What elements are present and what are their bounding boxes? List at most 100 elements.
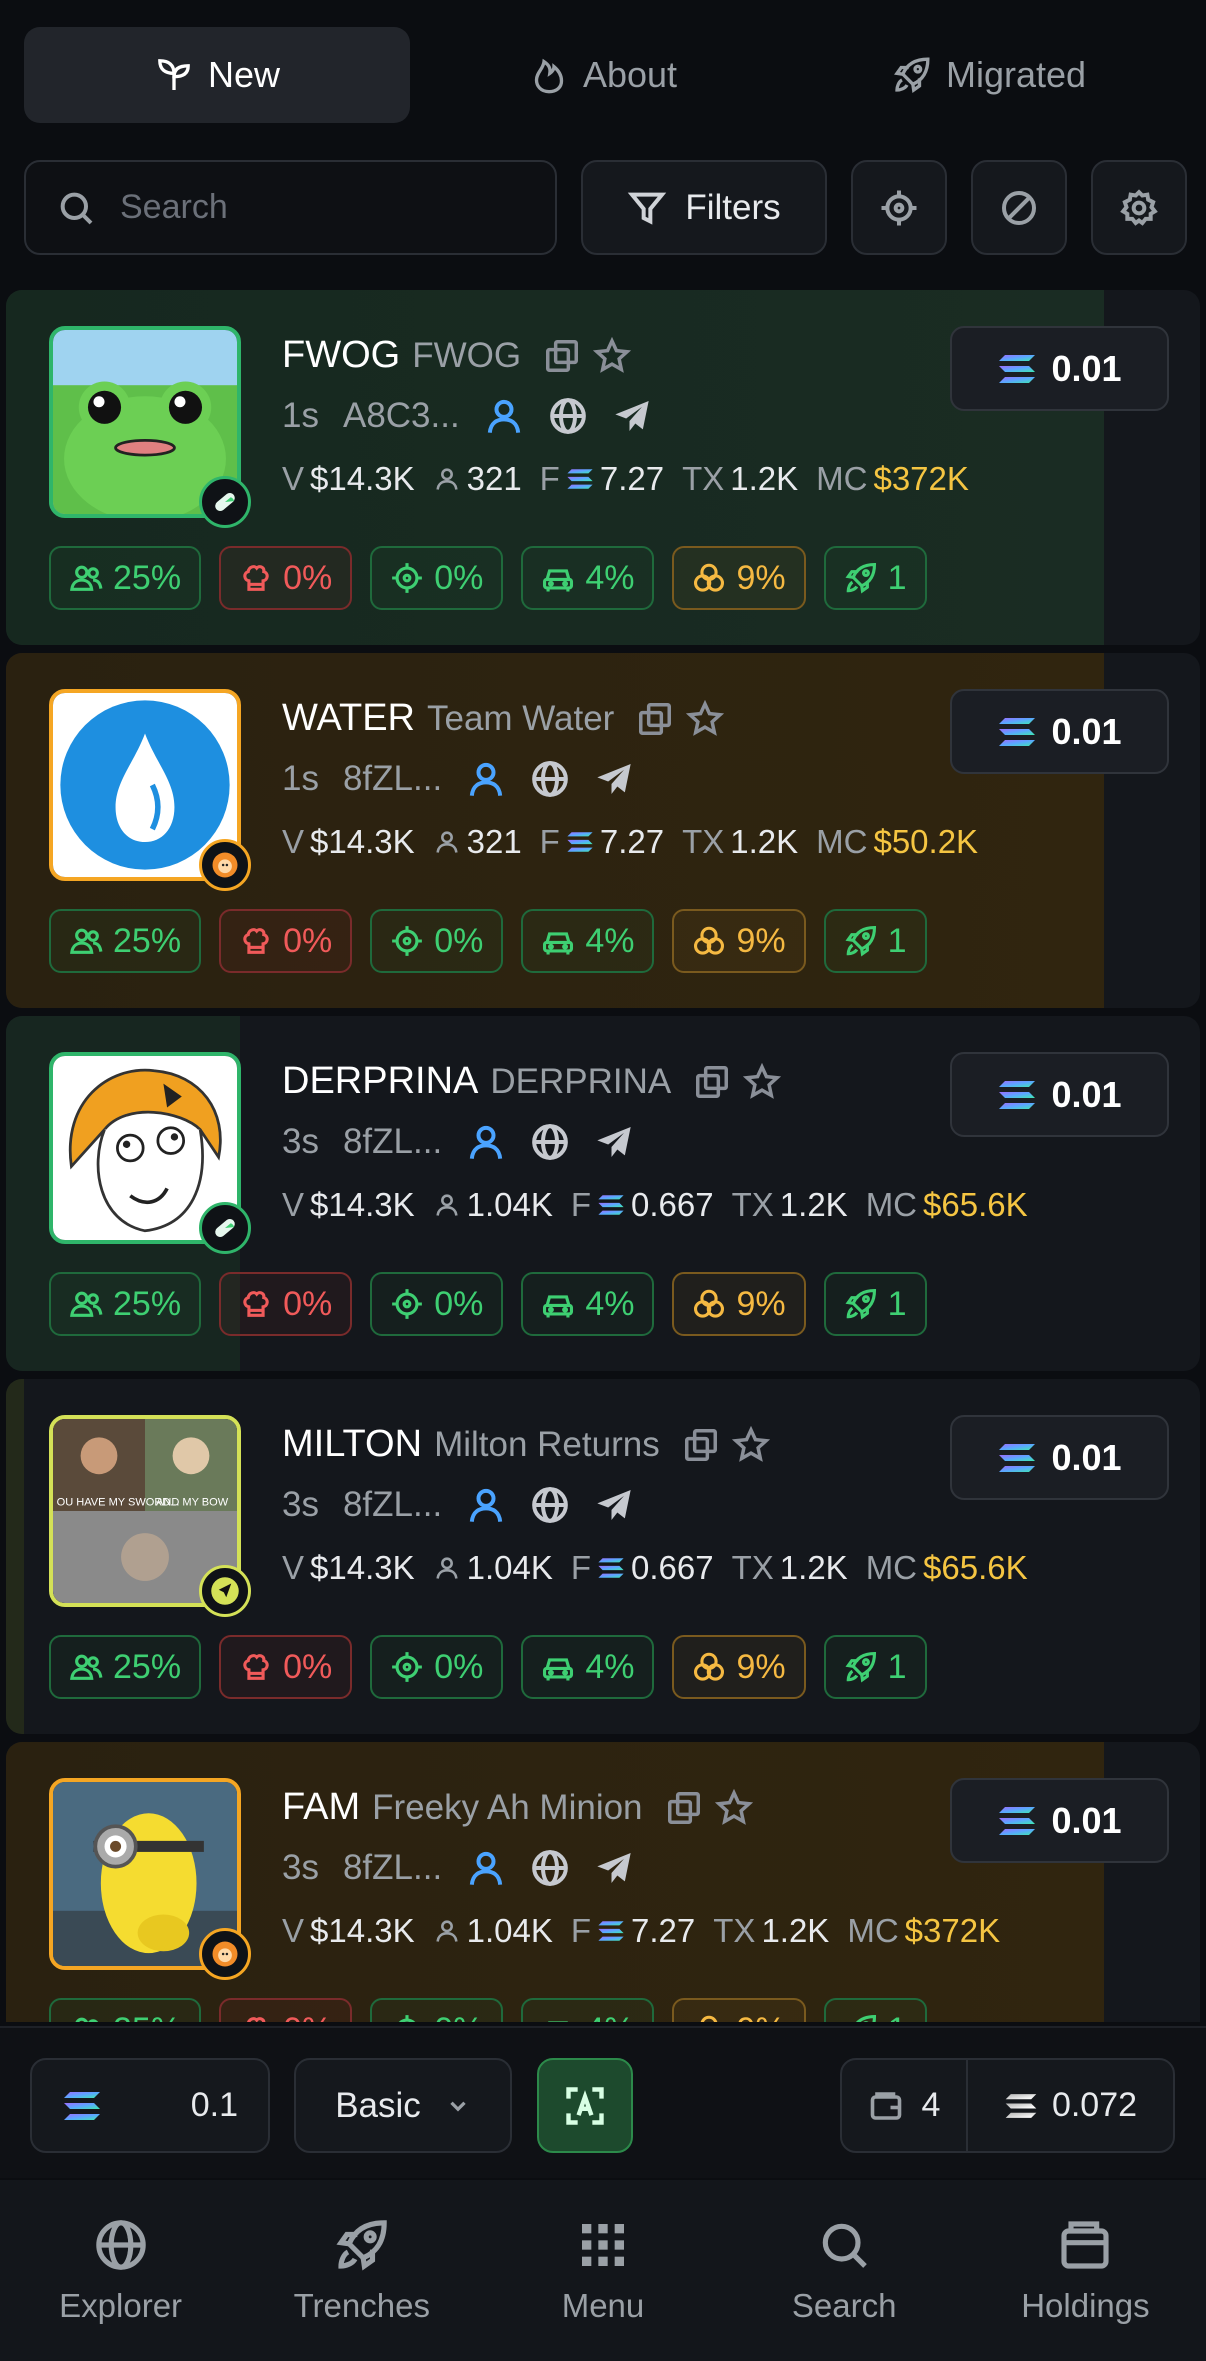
wallet-selector[interactable]: 4 0.072 [840,2058,1175,2153]
token-address[interactable]: 8fZL... [343,1485,442,1525]
token-avatar[interactable] [49,326,251,528]
migrations-chip[interactable]: 1 [823,546,927,610]
token-list[interactable]: FWOG FWOG 1s A8C3... V $14.3K 321 F 7.27 T… [6,290,1200,2022]
nav-trenches[interactable]: Trenches [241,2180,482,2361]
copy-icon[interactable] [636,700,674,738]
settings-button[interactable] [1091,160,1187,255]
nav-search[interactable]: Search [724,2180,965,2361]
token-address[interactable]: A8C3... [343,396,460,436]
quick-buy-button[interactable]: 0.01 [950,1052,1169,1137]
user-icon[interactable] [466,1485,506,1525]
insiders-chip[interactable]: 4% [521,1272,655,1336]
copy-icon[interactable] [682,1426,720,1464]
globe-icon[interactable] [530,1848,570,1888]
tab-new[interactable]: New [24,27,410,123]
token-card[interactable]: FAM Freeky Ah Minion 3s 8fZL... V $14.3K … [6,1742,1200,2022]
wallet-count[interactable]: 4 [842,2060,968,2151]
crosshair-button[interactable] [851,160,947,255]
migrations-chip[interactable]: 1 [823,909,927,973]
buy-amount-field[interactable]: 0.1 [30,2058,270,2153]
snipers-chip[interactable]: 0% [370,1635,504,1699]
auto-buy-toggle[interactable] [537,2058,633,2153]
insiders-chip[interactable]: 4% [521,1635,655,1699]
token-card[interactable]: OU HAVE MY SWORD... AND MY BOW MILTON Mi… [6,1379,1200,1734]
tab-about[interactable]: About [410,27,796,123]
bundles-chip[interactable]: 9% [672,909,806,973]
quick-buy-button[interactable]: 0.01 [950,326,1169,411]
bundles-chip[interactable]: 9% [672,1998,806,2022]
copy-icon[interactable] [543,337,581,375]
holders-stat: 1.04K [433,1186,553,1224]
search-box[interactable] [24,160,557,255]
search-input[interactable] [120,188,520,227]
telegram-icon[interactable] [594,1485,634,1525]
filters-button[interactable]: Filters [581,160,827,255]
token-card[interactable]: WATER Team Water 1s 8fZL... V $14.3K 321 … [6,653,1200,1008]
star-icon[interactable] [715,1789,753,1827]
dev-holding-chip[interactable]: 0% [219,546,353,610]
tab-label: About [582,54,678,95]
bundles-chip[interactable]: 9% [672,1635,806,1699]
snipers-chip[interactable]: 0% [370,1272,504,1336]
token-card[interactable]: FWOG FWOG 1s A8C3... V $14.3K 321 F 7.27 T… [6,290,1200,645]
snipers-chip[interactable]: 0% [370,546,504,610]
top-holders-chip[interactable]: 25% [49,1998,202,2022]
token-avatar[interactable] [49,689,251,891]
globe-icon[interactable] [530,1122,570,1162]
telegram-icon[interactable] [594,759,634,799]
token-avatar[interactable] [49,1052,251,1254]
snipers-chip[interactable]: 0% [370,1998,504,2022]
nav-menu[interactable]: Menu [482,2180,723,2361]
blacklist-button[interactable] [971,160,1067,255]
dev-holding-chip[interactable]: 0% [219,909,353,973]
migrations-chip[interactable]: 1 [823,1635,927,1699]
nav-explorer[interactable]: Explorer [0,2180,241,2361]
star-icon[interactable] [732,1426,770,1464]
user-icon[interactable] [466,759,506,799]
dev-holding-chip[interactable]: 0% [219,1998,353,2022]
preset-select[interactable]: Basic [294,2058,512,2153]
migrations-chip[interactable]: 1 [823,1998,927,2022]
top-holders-chip[interactable]: 25% [49,546,202,610]
insiders-chip[interactable]: 4% [521,909,655,973]
token-address[interactable]: 8fZL... [343,1848,442,1888]
insiders-chip[interactable]: 4% [521,546,655,610]
star-icon[interactable] [593,337,631,375]
top-holders-chip[interactable]: 25% [49,909,202,973]
token-avatar[interactable]: OU HAVE MY SWORD... AND MY BOW [49,1415,251,1617]
nav-holdings[interactable]: Holdings [965,2180,1206,2361]
star-icon[interactable] [686,700,724,738]
dev-holding-chip[interactable]: 0% [219,1635,353,1699]
migrations-chip[interactable]: 1 [823,1272,927,1336]
token-address[interactable]: 8fZL... [343,1122,442,1162]
top-holders-chip[interactable]: 25% [49,1635,202,1699]
copy-icon[interactable] [693,1063,731,1101]
svg-text:AND MY BOW: AND MY BOW [156,1496,229,1508]
bundles-chip[interactable]: 9% [672,546,806,610]
user-icon[interactable] [466,1122,506,1162]
telegram-icon[interactable] [612,396,652,436]
quick-buy-button[interactable]: 0.01 [950,1415,1169,1500]
globe-icon[interactable] [548,396,588,436]
globe-icon[interactable] [530,759,570,799]
telegram-icon[interactable] [594,1122,634,1162]
holders-stat: 321 [433,823,522,861]
insiders-chip[interactable]: 4% [521,1998,655,2022]
user-icon[interactable] [466,1848,506,1888]
copy-icon[interactable] [665,1789,703,1827]
tab-migrated[interactable]: Migrated [796,27,1182,123]
token-stats: V $14.3K 1.04K F 0.667 TX 1.2K MC $65.6K [282,1186,1028,1224]
user-icon[interactable] [484,396,524,436]
dev-holding-chip[interactable]: 0% [219,1272,353,1336]
bundles-chip[interactable]: 9% [672,1272,806,1336]
star-icon[interactable] [743,1063,781,1101]
token-card[interactable]: DERPRINA DERPRINA 3s 8fZL... V $14.3K 1.0… [6,1016,1200,1371]
top-holders-chip[interactable]: 25% [49,1272,202,1336]
quick-buy-button[interactable]: 0.01 [950,689,1169,774]
globe-icon[interactable] [530,1485,570,1525]
token-avatar[interactable] [49,1778,251,1980]
snipers-chip[interactable]: 0% [370,909,504,973]
token-address[interactable]: 8fZL... [343,759,442,799]
telegram-icon[interactable] [594,1848,634,1888]
quick-buy-button[interactable]: 0.01 [950,1778,1169,1863]
